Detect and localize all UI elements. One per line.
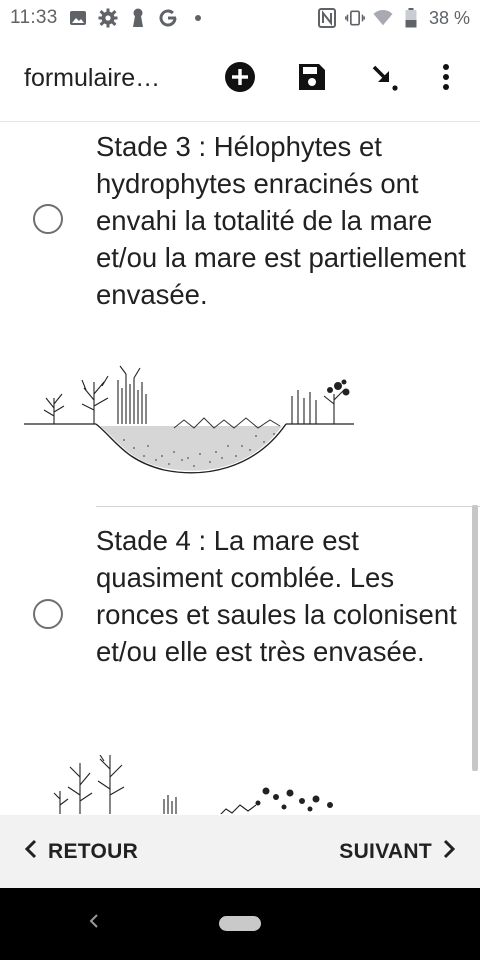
- scrollbar[interactable]: [472, 505, 478, 771]
- add-circle-icon: [224, 61, 256, 98]
- radio-stade-4[interactable]: [33, 599, 63, 629]
- chevron-left-icon: [24, 839, 38, 865]
- dot-icon: [188, 8, 208, 28]
- more-options-button[interactable]: [428, 61, 464, 97]
- google-icon: [158, 8, 178, 28]
- battery-percent: 38 %: [428, 7, 470, 28]
- save-button[interactable]: [294, 61, 330, 97]
- option-label-stade-4: Stade 4 : La mare est quasiment comblée.…: [96, 525, 457, 667]
- back-button-label: RETOUR: [48, 839, 139, 863]
- status-left: 11:33: [10, 7, 208, 29]
- option-stade-3[interactable]: Stade 3 : Hélophytes et hydrophytes enra…: [0, 122, 480, 502]
- system-home-button[interactable]: [219, 916, 261, 931]
- battery-icon: [401, 8, 421, 28]
- status-bar: 11:33 38 %: [0, 0, 480, 36]
- save-icon: [297, 62, 327, 97]
- settings-icon: [98, 8, 118, 28]
- pond-stage-4-illustration: [40, 754, 350, 814]
- pond-stage-3-illustration: [24, 360, 356, 478]
- more-vert-icon: [442, 63, 450, 96]
- status-right: 38 %: [317, 8, 470, 29]
- image-icon: [68, 8, 88, 28]
- wifi-icon: [373, 8, 393, 28]
- radio-stade-3[interactable]: [33, 204, 63, 234]
- nfc-icon: [317, 8, 337, 28]
- system-back-button[interactable]: [82, 908, 106, 938]
- form-content[interactable]: Stade 3 : Hélophytes et hydrophytes enra…: [0, 122, 480, 814]
- download-button[interactable]: [366, 61, 402, 97]
- add-button[interactable]: [222, 61, 258, 97]
- app-bar: formulaire…: [0, 36, 480, 122]
- back-button[interactable]: RETOUR: [24, 839, 138, 865]
- back-chevron-icon: [88, 913, 100, 934]
- option-stade-4[interactable]: Stade 4 : La mare est quasiment comblée.…: [0, 507, 480, 814]
- system-nav-bar: [0, 888, 480, 960]
- download-arrow-icon: [368, 61, 400, 98]
- keyhole-icon: [128, 8, 148, 28]
- vibrate-icon: [345, 8, 365, 28]
- app-actions: [0, 36, 480, 122]
- status-time: 11:33: [10, 7, 58, 28]
- next-button-label: SUIVANT: [339, 839, 432, 863]
- bottom-nav: RETOUR SUIVANT: [0, 815, 480, 888]
- option-label-stade-3: Stade 3 : Hélophytes et hydrophytes enra…: [96, 131, 466, 310]
- next-button[interactable]: SUIVANT: [339, 839, 456, 865]
- chevron-right-icon: [442, 839, 456, 865]
